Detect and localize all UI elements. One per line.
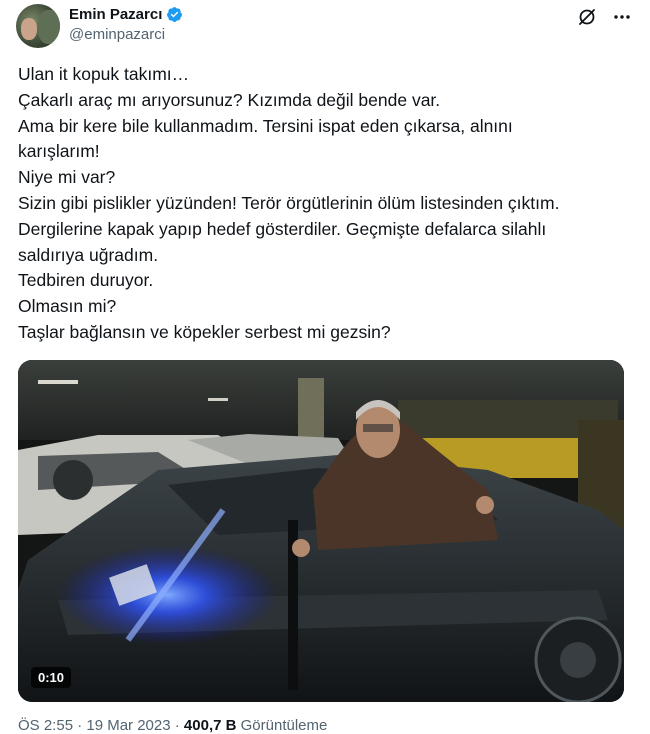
more-options-icon[interactable] [611,6,633,28]
tweet-line: Olmasın mi? [18,296,117,317]
tweet-line: Çakarlı araç mı arıyorsunuz? Kızımda değ… [18,89,441,110]
tweet-line: Dergilerine kapak yapıp hedef gösterdile… [18,218,547,239]
views-label: Görüntüleme [240,717,328,734]
tweet-line: karışlarım! [18,141,100,162]
author-name[interactable]: Emin Pazarcı [69,6,162,23]
tweet-line: Taşlar bağlansın ve köpekler serbest mi … [18,321,391,342]
user-info: Emin Pazarcı @eminpazarci [69,6,183,43]
video-player[interactable] [18,360,624,702]
video-duration: 0:10 [31,667,72,688]
tweet-line: Tedbiren duruyor. [18,270,154,291]
tweet-line: Ama bir kere bile kullanmadım. Tersini i… [18,115,513,136]
tweet-meta: ÖS 2:55 · 19 Mar 2023 · 400,7 B Görüntül… [18,717,327,734]
video-frame [18,360,624,702]
tweet-line: Sizin gibi pislikler yüzünden! Terör örg… [18,192,560,213]
tweet: Emin Pazarcı @eminpazarci Ulan it kopuk … [0,0,650,734]
verified-badge-icon [166,6,183,23]
grok-icon[interactable] [576,6,598,28]
tweet-line: Niye mi var? [18,167,116,188]
avatar[interactable] [16,4,60,48]
views-count: 400,7 B [183,717,237,734]
author-handle[interactable]: @eminpazarci [69,26,183,43]
tweet-line: saldırıya uğradım. [18,244,159,265]
tweet-line: Ulan it kopuk takımı… [18,64,190,84]
tweet-text: Ulan it kopuk takımı… Çakarlı araç mı ar… [18,62,630,346]
tweet-timestamp[interactable]: ÖS 2:55 · 19 Mar 2023 · [18,717,180,734]
name-row: Emin Pazarcı [69,6,183,23]
